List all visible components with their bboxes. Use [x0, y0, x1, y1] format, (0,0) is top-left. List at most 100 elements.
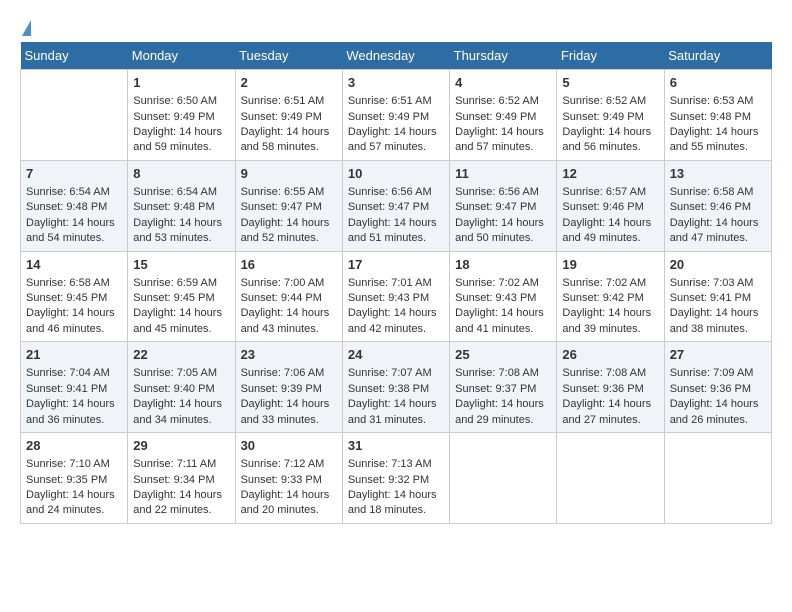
sunset-text: Sunset: 9:49 PM [562, 110, 658, 125]
calendar-cell: 3Sunrise: 6:51 AMSunset: 9:49 PMDaylight… [342, 70, 449, 161]
daylight-text: Daylight: 14 hours and 50 minutes. [455, 216, 551, 247]
day-number: 26 [562, 346, 658, 364]
sunset-text: Sunset: 9:46 PM [670, 200, 766, 215]
sunrise-text: Sunrise: 6:58 AM [670, 185, 766, 200]
day-number: 18 [455, 256, 551, 274]
sunset-text: Sunset: 9:49 PM [133, 110, 229, 125]
daylight-text: Daylight: 14 hours and 54 minutes. [26, 216, 122, 247]
sunrise-text: Sunrise: 7:05 AM [133, 366, 229, 381]
calendar-table: SundayMondayTuesdayWednesdayThursdayFrid… [20, 42, 772, 524]
week-row-5: 28Sunrise: 7:10 AMSunset: 9:35 PMDayligh… [21, 433, 772, 524]
day-number: 2 [241, 74, 337, 92]
calendar-cell: 23Sunrise: 7:06 AMSunset: 9:39 PMDayligh… [235, 342, 342, 433]
sunrise-text: Sunrise: 7:04 AM [26, 366, 122, 381]
daylight-text: Daylight: 14 hours and 52 minutes. [241, 216, 337, 247]
calendar-cell: 1Sunrise: 6:50 AMSunset: 9:49 PMDaylight… [128, 70, 235, 161]
sunset-text: Sunset: 9:48 PM [133, 200, 229, 215]
day-number: 17 [348, 256, 444, 274]
calendar-cell: 15Sunrise: 6:59 AMSunset: 9:45 PMDayligh… [128, 251, 235, 342]
daylight-text: Daylight: 14 hours and 42 minutes. [348, 306, 444, 337]
sunrise-text: Sunrise: 6:59 AM [133, 276, 229, 291]
calendar-cell: 29Sunrise: 7:11 AMSunset: 9:34 PMDayligh… [128, 433, 235, 524]
sunrise-text: Sunrise: 6:54 AM [133, 185, 229, 200]
sunrise-text: Sunrise: 7:12 AM [241, 457, 337, 472]
sunset-text: Sunset: 9:49 PM [455, 110, 551, 125]
sunset-text: Sunset: 9:33 PM [241, 473, 337, 488]
calendar-cell: 19Sunrise: 7:02 AMSunset: 9:42 PMDayligh… [557, 251, 664, 342]
logo-triangle-icon [22, 20, 31, 36]
day-number: 3 [348, 74, 444, 92]
daylight-text: Daylight: 14 hours and 57 minutes. [455, 125, 551, 156]
day-number: 15 [133, 256, 229, 274]
day-number: 5 [562, 74, 658, 92]
day-number: 10 [348, 165, 444, 183]
calendar-cell: 27Sunrise: 7:09 AMSunset: 9:36 PMDayligh… [664, 342, 771, 433]
sunrise-text: Sunrise: 7:07 AM [348, 366, 444, 381]
sunrise-text: Sunrise: 6:56 AM [455, 185, 551, 200]
col-header-thursday: Thursday [450, 42, 557, 70]
calendar-cell: 14Sunrise: 6:58 AMSunset: 9:45 PMDayligh… [21, 251, 128, 342]
calendar-cell: 12Sunrise: 6:57 AMSunset: 9:46 PMDayligh… [557, 160, 664, 251]
daylight-text: Daylight: 14 hours and 57 minutes. [348, 125, 444, 156]
day-number: 30 [241, 437, 337, 455]
daylight-text: Daylight: 14 hours and 49 minutes. [562, 216, 658, 247]
day-number: 31 [348, 437, 444, 455]
daylight-text: Daylight: 14 hours and 55 minutes. [670, 125, 766, 156]
sunrise-text: Sunrise: 7:02 AM [562, 276, 658, 291]
sunset-text: Sunset: 9:36 PM [562, 382, 658, 397]
sunset-text: Sunset: 9:41 PM [26, 382, 122, 397]
sunrise-text: Sunrise: 7:02 AM [455, 276, 551, 291]
daylight-text: Daylight: 14 hours and 18 minutes. [348, 488, 444, 519]
calendar-cell: 13 Sunrise: 6:58 AMSunset: 9:46 PMDayligh… [664, 160, 771, 251]
day-number: 13 [670, 165, 766, 183]
calendar-cell: 25Sunrise: 7:08 AMSunset: 9:37 PMDayligh… [450, 342, 557, 433]
calendar-cell: 17Sunrise: 7:01 AMSunset: 9:43 PMDayligh… [342, 251, 449, 342]
daylight-text: Daylight: 14 hours and 34 minutes. [133, 397, 229, 428]
calendar-cell [450, 433, 557, 524]
daylight-text: Daylight: 14 hours and 39 minutes. [562, 306, 658, 337]
day-number: 21 [26, 346, 122, 364]
calendar-cell: 28Sunrise: 7:10 AMSunset: 9:35 PMDayligh… [21, 433, 128, 524]
sunset-text: Sunset: 9:43 PM [348, 291, 444, 306]
sunrise-text: Sunrise: 6:57 AM [562, 185, 658, 200]
sunrise-text: Sunrise: 6:52 AM [455, 94, 551, 109]
day-number: 28 [26, 437, 122, 455]
daylight-text: Daylight: 14 hours and 43 minutes. [241, 306, 337, 337]
calendar-cell: 22Sunrise: 7:05 AMSunset: 9:40 PMDayligh… [128, 342, 235, 433]
calendar-cell: 6 Sunrise: 6:53 AMSunset: 9:48 PMDaylight… [664, 70, 771, 161]
day-number: 14 [26, 256, 122, 274]
daylight-text: Daylight: 14 hours and 29 minutes. [455, 397, 551, 428]
sunset-text: Sunset: 9:36 PM [670, 382, 766, 397]
sunrise-text: Sunrise: 7:00 AM [241, 276, 337, 291]
sunset-text: Sunset: 9:48 PM [670, 110, 766, 125]
daylight-text: Daylight: 14 hours and 53 minutes. [133, 216, 229, 247]
sunset-text: Sunset: 9:49 PM [348, 110, 444, 125]
day-number: 6 [670, 74, 766, 92]
calendar-cell: 10Sunrise: 6:56 AMSunset: 9:47 PMDayligh… [342, 160, 449, 251]
sunset-text: Sunset: 9:45 PM [26, 291, 122, 306]
calendar-header-row: SundayMondayTuesdayWednesdayThursdayFrid… [21, 42, 772, 70]
sunset-text: Sunset: 9:42 PM [562, 291, 658, 306]
page-header [20, 20, 772, 32]
col-header-saturday: Saturday [664, 42, 771, 70]
sunrise-text: Sunrise: 7:08 AM [562, 366, 658, 381]
sunrise-text: Sunrise: 6:53 AM [670, 94, 766, 109]
sunrise-text: Sunrise: 6:58 AM [26, 276, 122, 291]
calendar-cell: 7Sunrise: 6:54 AMSunset: 9:48 PMDaylight… [21, 160, 128, 251]
day-number: 27 [670, 346, 766, 364]
day-number: 24 [348, 346, 444, 364]
daylight-text: Daylight: 14 hours and 36 minutes. [26, 397, 122, 428]
day-number: 25 [455, 346, 551, 364]
sunset-text: Sunset: 9:47 PM [241, 200, 337, 215]
sunrise-text: Sunrise: 7:09 AM [670, 366, 766, 381]
sunrise-text: Sunrise: 6:51 AM [241, 94, 337, 109]
day-number: 29 [133, 437, 229, 455]
day-number: 7 [26, 165, 122, 183]
daylight-text: Daylight: 14 hours and 47 minutes. [670, 216, 766, 247]
day-number: 8 [133, 165, 229, 183]
sunset-text: Sunset: 9:32 PM [348, 473, 444, 488]
day-number: 16 [241, 256, 337, 274]
daylight-text: Daylight: 14 hours and 24 minutes. [26, 488, 122, 519]
week-row-2: 7Sunrise: 6:54 AMSunset: 9:48 PMDaylight… [21, 160, 772, 251]
calendar-cell: 4Sunrise: 6:52 AMSunset: 9:49 PMDaylight… [450, 70, 557, 161]
